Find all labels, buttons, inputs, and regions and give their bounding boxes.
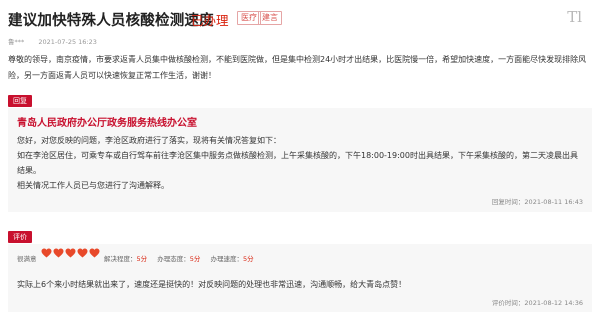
score-speed: 办理速度：5分 — [210, 255, 253, 263]
author-name: 鲁*** — [8, 38, 25, 46]
reply-organization: 青岛人民政府办公厅政务服务热线办公室 — [17, 118, 197, 129]
post-meta: 鲁*** 2021-07-25 16:23 — [8, 36, 109, 46]
heart-icon — [65, 248, 76, 258]
status-badge: 已办理 — [191, 13, 229, 28]
reply-line: 如在李沧区居住，可乘专车或自行驾车前往李沧区集中服务点做核酸检测，上午采集核酸的… — [17, 151, 578, 175]
score-label: 办理态度： — [157, 255, 190, 263]
question-text: 尊敬的领导，南京疫情，市要求返青人员集中做核酸检测，不能到医院做，但是集中检测2… — [8, 55, 587, 80]
post-time: 2021-07-25 16:23 — [38, 38, 97, 46]
score-resolution: 解决程度：5分 — [104, 255, 147, 263]
score-label: 解决程度： — [104, 255, 137, 263]
score-value: 5分 — [189, 255, 201, 263]
score-value: 5分 — [242, 255, 254, 263]
reply-line: 您好，对您反映的问题，李沧区政府进行了落实，现将有关情况答复如下： — [17, 136, 281, 145]
page-header: 建议加快特殊人员核酸检测速度 已办理 医疗 建言 Tl — [8, 6, 592, 30]
satisfaction-hearts — [41, 248, 100, 260]
satisfaction-label: 很满意 — [17, 255, 37, 263]
reply-section-label: 回复 — [8, 95, 32, 107]
reply-time: 回复时间：2021-08-11 16:43 — [491, 198, 583, 206]
reply-body: 您好，对您反映的问题，李沧区政府进行了落实，现将有关情况答复如下： 如在李沧区居… — [17, 133, 583, 193]
evaluation-section-label: 评价 — [8, 231, 32, 243]
reply-box: 青岛人民政府办公厅政务服务热线办公室 您好，对您反映的问题，李沧区政府进行了落实… — [8, 108, 592, 212]
site-logo: Tl — [567, 8, 582, 26]
heart-icon — [41, 248, 52, 258]
page-title: 建议加快特殊人员核酸检测速度 — [8, 13, 214, 29]
evaluation-scores: 解决程度：5分 办理态度：5分 办理速度：5分 — [104, 253, 262, 263]
category-tag-suggestion[interactable]: 建言 — [258, 11, 282, 25]
heart-icon — [77, 248, 88, 258]
evaluation-text: 实际上6个来小时结果就出来了，速度还是挺快的！对反映问题的处理也非常迅速，沟通顺… — [17, 280, 407, 289]
score-value: 5分 — [136, 255, 148, 263]
heart-icon — [53, 248, 64, 258]
score-label: 办理速度： — [210, 255, 243, 263]
reply-line: 相关情况工作人员已与您进行了沟通解释。 — [17, 181, 169, 190]
evaluation-time: 评价时间：2021-08-12 14:36 — [491, 299, 583, 307]
evaluation-box: 很满意 解决程度：5分 办理态度：5分 办理速度：5分 实际上6个来小时结果就出… — [8, 244, 592, 312]
heart-icon — [89, 248, 100, 258]
score-attitude: 办理态度：5分 — [157, 255, 200, 263]
